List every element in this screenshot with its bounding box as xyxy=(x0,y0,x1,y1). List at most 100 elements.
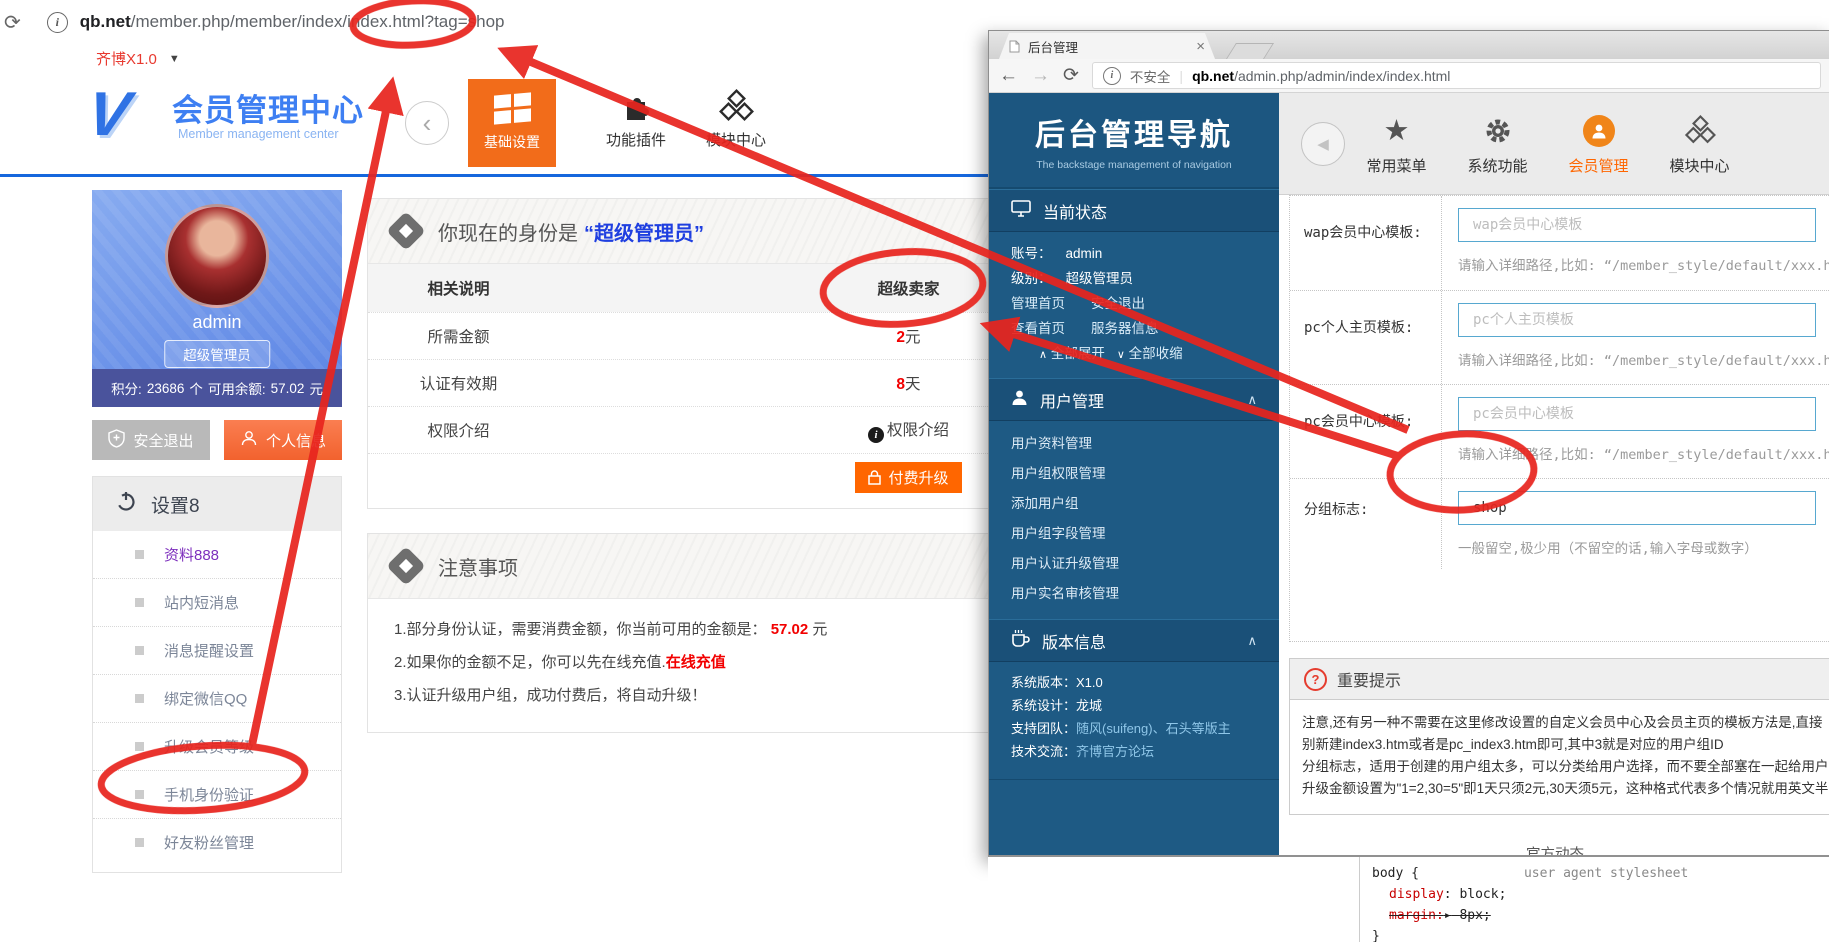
admin-titlebar[interactable]: 后台管理 × xyxy=(989,31,1829,59)
version-section-header[interactable]: 版本信息 ∧ xyxy=(989,619,1279,662)
row-label: 权限介绍 xyxy=(368,419,549,441)
sidebar-item-user-data[interactable]: 用户资料管理 xyxy=(989,429,1279,459)
version-dropdown-icon[interactable]: ▼ xyxy=(169,53,180,65)
menu-item-messages[interactable]: 站内短消息 xyxy=(93,578,341,626)
member-logo: V xyxy=(83,79,134,150)
tips-line-1: 注意,还有另一种不需要在这里修改设置的自定义会员中心及会员主页的模板方法是,直接 xyxy=(1302,712,1829,734)
sidebar-item-group-perms[interactable]: 用户组权限管理 xyxy=(989,459,1279,489)
member-url-path: /member.php/member/index/index.html?tag=… xyxy=(131,12,505,31)
wap-template-input[interactable] xyxy=(1458,208,1816,242)
collapse-nav-button[interactable]: ‹ xyxy=(405,101,449,145)
group-flag-input[interactable] xyxy=(1458,491,1816,525)
view-site-link[interactable]: 查看首页 xyxy=(1011,321,1065,336)
admin-main: ◀ ★ 常用菜单 系统功能 会员管理 模块中心 xyxy=(1279,93,1829,856)
field-label: wap会员中心模板: xyxy=(1290,196,1442,290)
user-mgmt-title: 用户管理 xyxy=(1040,388,1104,412)
balance-label: 可用余额: xyxy=(208,378,266,398)
menu-item-label: 资料888 xyxy=(164,544,219,565)
safe-logout-link[interactable]: 安全退出 xyxy=(1091,296,1145,311)
site-version-label[interactable]: 齐博X1.0 xyxy=(96,48,157,69)
identity-role: “超级管理员” xyxy=(584,223,704,245)
balance-unit: 元 xyxy=(309,378,323,398)
tech-forum-link[interactable]: 齐博官方论坛 xyxy=(1076,744,1154,759)
support-team-link[interactable]: 随风(suifeng)、石头等版主 xyxy=(1076,721,1231,736)
user-mgmt-section-header[interactable]: 用户管理 ∧ xyxy=(989,378,1279,421)
settings-menu-header[interactable]: 设置8 xyxy=(93,477,341,531)
devtools-styles-pane[interactable]: body { user agent stylesheet display: bl… xyxy=(1360,857,1829,942)
topnav-label: 常用菜单 xyxy=(1347,155,1446,176)
chevron-up-icon: ∧ xyxy=(1039,349,1047,361)
page-info-icon[interactable]: i xyxy=(1103,67,1121,85)
recharge-link[interactable]: 在线充值 xyxy=(666,654,726,671)
nav-basic-settings[interactable]: 基础设置 xyxy=(468,79,556,167)
status-section-header[interactable]: 当前状态 xyxy=(989,189,1279,232)
collapse-all-link[interactable]: 全部收缩 xyxy=(1129,346,1183,361)
bullet-icon xyxy=(135,646,144,655)
expand-all-link[interactable]: 全部展开 xyxy=(1051,346,1105,361)
important-tips-body: 注意,还有另一种不需要在这里修改设置的自定义会员中心及会员主页的模板方法是,直接… xyxy=(1290,700,1829,814)
sidebar-item-cert-upgrade[interactable]: 用户认证升级管理 xyxy=(989,549,1279,579)
puzzle-icon xyxy=(588,85,684,129)
menu-item-profile888[interactable]: 资料888 xyxy=(93,531,341,578)
version-info: 系统版本：X1.0 系统设计：龙城 支持团队：随风(suifeng)、石头等版主… xyxy=(989,662,1279,780)
nav-plugins[interactable]: 功能插件 xyxy=(588,85,684,150)
admin-toolbar: ← → ⟳ i 不安全 | qb.net/admin.php/admin/ind… xyxy=(989,59,1829,93)
profile-stats: 积分: 23686 个 可用余额: 57.02 元 xyxy=(92,369,342,407)
logout-button-label: 安全退出 xyxy=(133,430,193,451)
admin-topnav: ◀ ★ 常用菜单 系统功能 会员管理 模块中心 xyxy=(1279,93,1829,195)
topnav-member-mgmt[interactable]: 会员管理 xyxy=(1549,112,1648,176)
collapse-section-icon[interactable]: ∧ xyxy=(1247,633,1257,649)
question-icon: ? xyxy=(1304,668,1327,691)
sidebar-item-realname-audit[interactable]: 用户实名审核管理 xyxy=(989,579,1279,609)
css-selector[interactable]: body { xyxy=(1372,863,1419,884)
expand-arrow-icon: ▸ xyxy=(1444,908,1452,923)
menu-item-bind-wechat-qq[interactable]: 绑定微信QQ xyxy=(93,674,341,722)
sidebar-item-group-fields[interactable]: 用户组字段管理 xyxy=(989,519,1279,549)
admin-tab[interactable]: 后台管理 × xyxy=(999,33,1215,59)
menu-item-label: 手机身份验证 xyxy=(164,784,254,805)
sidebar-item-add-group[interactable]: 添加用户组 xyxy=(989,489,1279,519)
menu-item-friends-fans[interactable]: 好友粉丝管理 xyxy=(93,818,341,866)
reload-icon[interactable]: ⟳ xyxy=(4,10,21,35)
bullet-icon xyxy=(135,550,144,559)
pc-homepage-template-input[interactable] xyxy=(1458,303,1816,337)
nav-modules[interactable]: 模块中心 xyxy=(688,85,784,150)
menu-item-phone-verify[interactable]: 手机身份验证 xyxy=(93,770,341,818)
admin-url-bar[interactable]: i 不安全 | qb.net/admin.php/admin/index/ind… xyxy=(1092,62,1821,89)
admin-body: 后台管理导航 The backstage management of navig… xyxy=(989,93,1829,856)
member-url[interactable]: qb.net/member.php/member/index/index.htm… xyxy=(80,12,505,32)
topnav-module-center[interactable]: 模块中心 xyxy=(1650,112,1749,176)
devtools-left-pane[interactable] xyxy=(988,857,1360,942)
profile-info-button-label: 个人信息 xyxy=(266,430,326,451)
form-row-group-flag: 分组标志: 一般留空,极少用（不留空的话,输入字母或数字） xyxy=(1290,478,1829,569)
paid-upgrade-button[interactable]: 付费升级 xyxy=(855,462,961,493)
menu-item-upgrade-member-level[interactable]: 升级会员等级 xyxy=(93,722,341,770)
level-line: 级别：超级管理员 xyxy=(1011,266,1279,291)
back-icon[interactable]: ← xyxy=(999,65,1018,87)
topnav-system-functions[interactable]: 系统功能 xyxy=(1448,112,1547,176)
topnav-label: 系统功能 xyxy=(1448,155,1547,176)
forward-icon[interactable]: → xyxy=(1031,65,1050,87)
cubes-icon xyxy=(688,85,784,129)
tab-close-icon[interactable]: × xyxy=(1196,38,1205,55)
points-value: 23686 xyxy=(147,381,185,396)
avatar[interactable] xyxy=(165,204,269,308)
monitor-icon xyxy=(1011,200,1031,222)
balance-value: 57.02 xyxy=(271,381,305,396)
logout-button[interactable]: 安全退出 xyxy=(92,420,210,460)
reload-icon[interactable]: ⟳ xyxy=(1063,64,1079,87)
topnav-common-menu[interactable]: ★ 常用菜单 xyxy=(1347,112,1446,176)
admin-home-link[interactable]: 管理首页 xyxy=(1011,296,1065,311)
collapse-section-icon[interactable]: ∧ xyxy=(1247,392,1257,408)
new-tab-button[interactable] xyxy=(1226,43,1274,59)
css-prop-margin-overridden[interactable]: margin:▸ 8px; xyxy=(1372,905,1829,926)
devtools-panel: body { user agent stylesheet display: bl… xyxy=(988,855,1829,942)
css-prop-display[interactable]: display: block; xyxy=(1372,884,1829,905)
pc-member-template-input[interactable] xyxy=(1458,397,1816,431)
nav-back-button[interactable]: ◀ xyxy=(1301,122,1345,166)
bullet-icon xyxy=(135,598,144,607)
menu-item-notify-settings[interactable]: 消息提醒设置 xyxy=(93,626,341,674)
profile-info-button[interactable]: 个人信息 xyxy=(224,420,342,460)
server-info-link[interactable]: 服务器信息 xyxy=(1091,321,1159,336)
page-info-icon[interactable]: i xyxy=(47,12,68,33)
